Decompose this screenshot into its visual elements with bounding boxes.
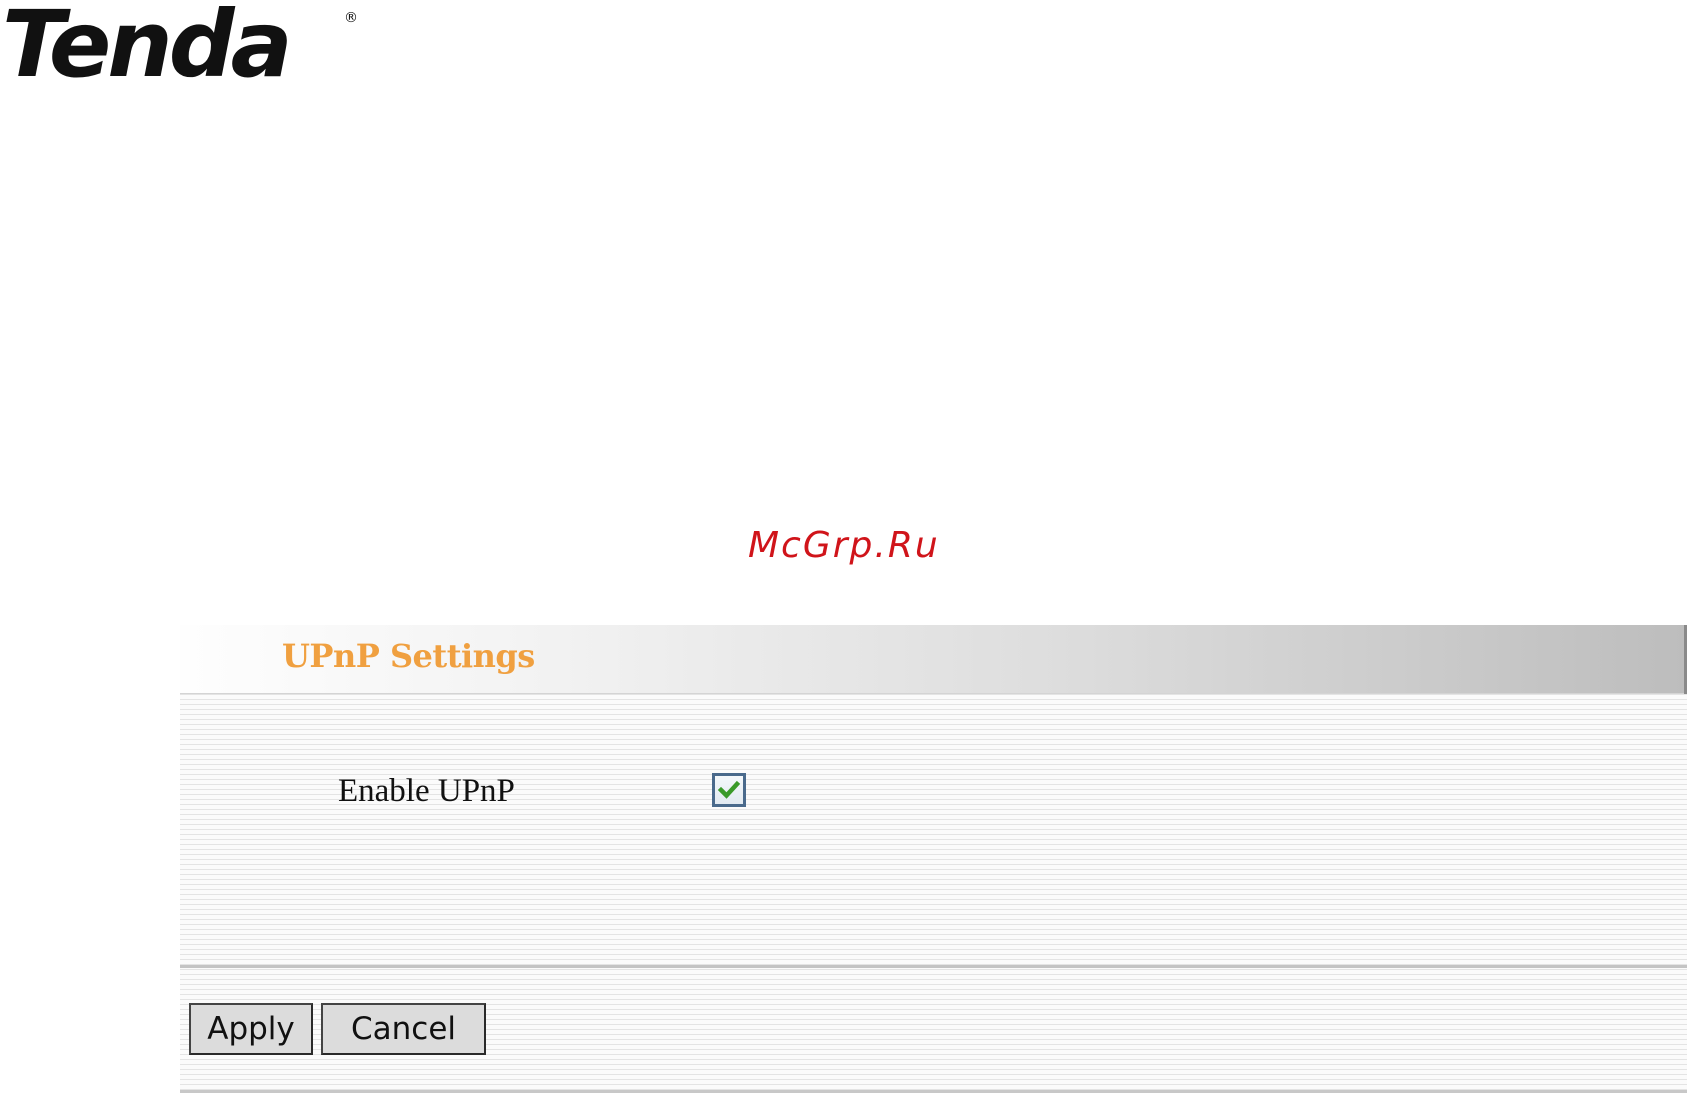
apply-button[interactable]: Apply (189, 1003, 313, 1055)
enable-upnp-checkbox[interactable] (712, 773, 746, 807)
logo-wordmark: Tenda (2, 0, 289, 86)
panel-title: UPnP Settings (282, 637, 535, 675)
panel-header: UPnP Settings (180, 625, 1685, 694)
cancel-button[interactable]: Cancel (321, 1003, 486, 1055)
upnp-settings-panel: UPnP Settings Enable UPnP Apply Cancel (180, 625, 1687, 1093)
registered-mark: ® (344, 10, 358, 26)
watermark-text: McGrp.Ru (748, 525, 940, 566)
tenda-logo: Tenda ® (2, 0, 362, 86)
section-divider (180, 965, 1687, 968)
checkmark-icon (717, 780, 741, 799)
enable-upnp-label: Enable UPnP (338, 773, 515, 809)
